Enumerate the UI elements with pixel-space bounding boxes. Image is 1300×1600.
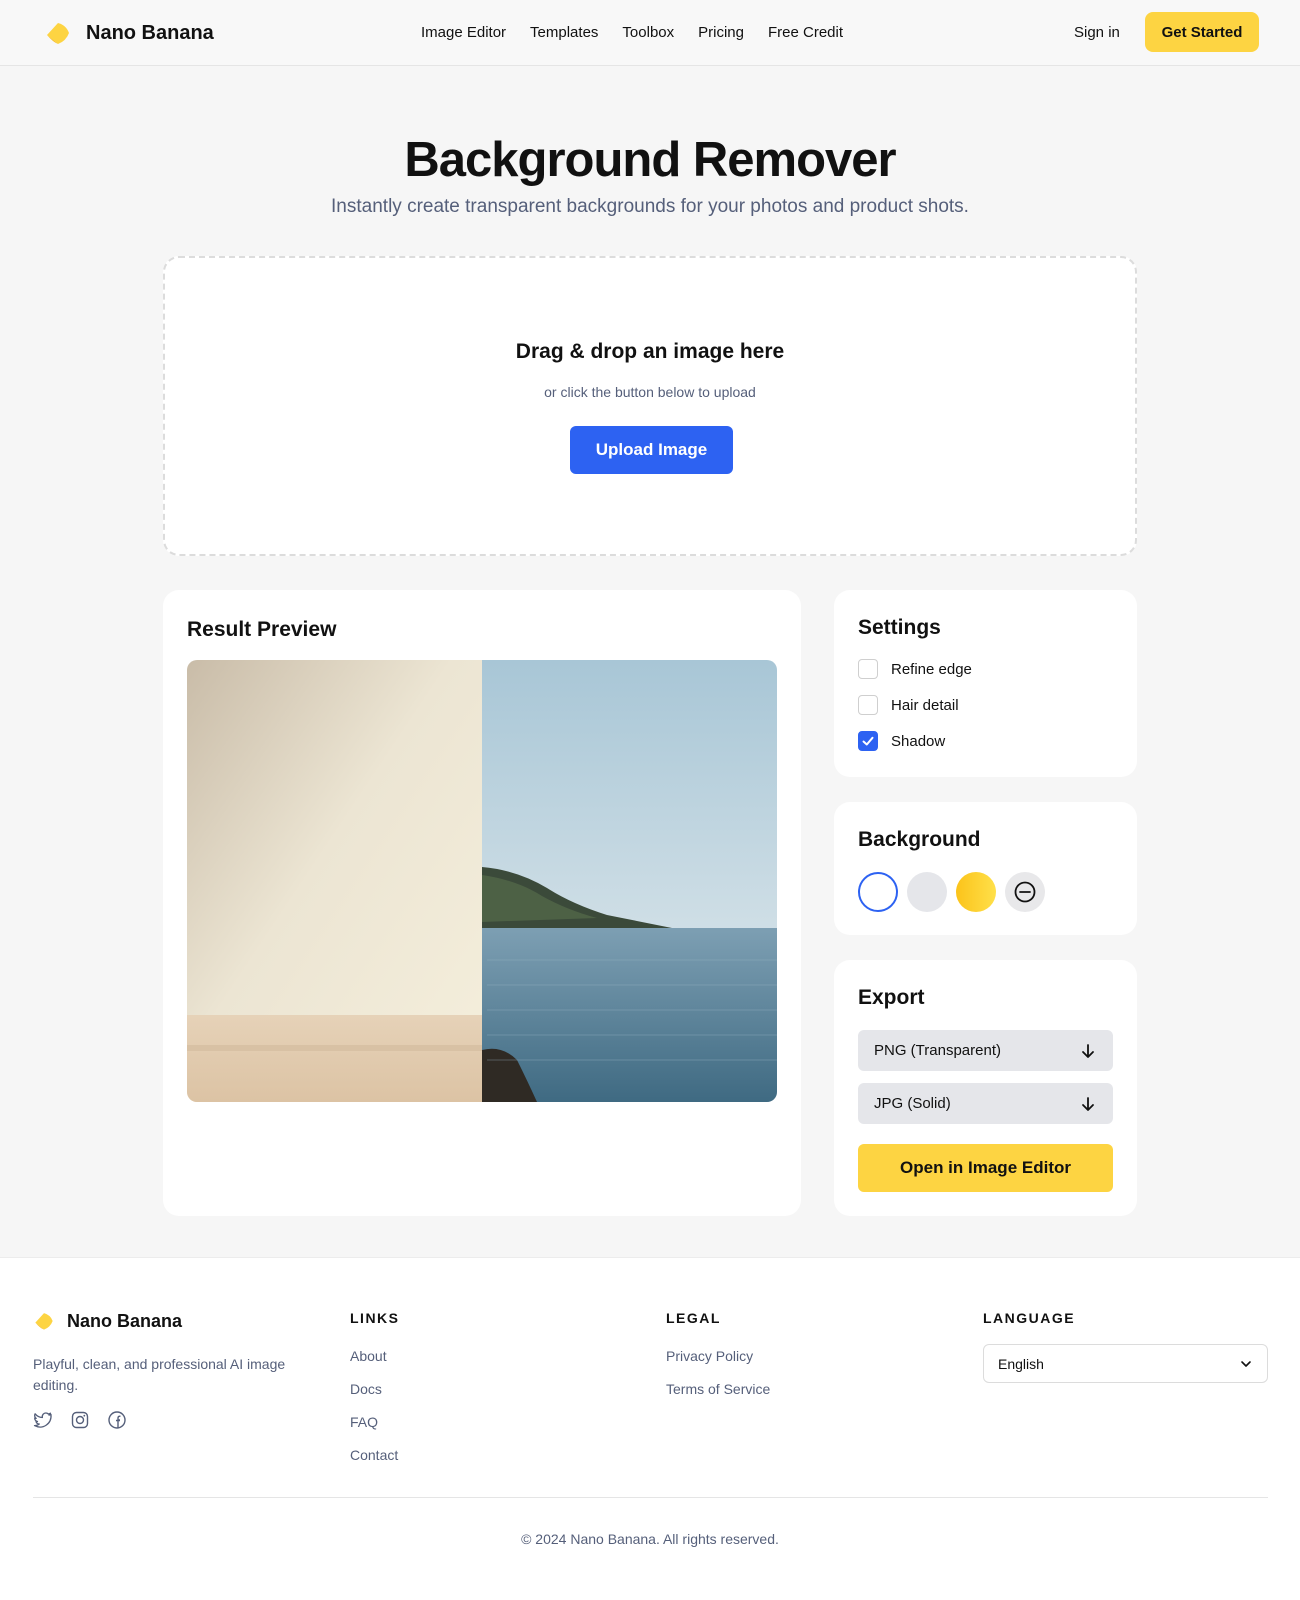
export-jpg-label: JPG (Solid) (874, 1095, 951, 1112)
refine-edge-option[interactable]: Refine edge (858, 659, 972, 679)
footer-link-docs[interactable]: Docs (350, 1381, 400, 1397)
refine-edge-label: Refine edge (891, 660, 972, 678)
open-in-image-editor-button[interactable]: Open in Image Editor (858, 1144, 1113, 1192)
minus-circle-icon (1014, 881, 1036, 903)
footer-link-faq[interactable]: FAQ (350, 1414, 400, 1430)
main-nav: Image Editor Templates Toolbox Pricing F… (421, 24, 843, 41)
get-started-button[interactable]: Get Started (1145, 12, 1259, 52)
export-card: Export PNG (Transparent) JPG (Solid) Ope… (834, 960, 1137, 1216)
facebook-icon[interactable] (107, 1410, 127, 1430)
footer-link-terms[interactable]: Terms of Service (666, 1381, 770, 1397)
social-links (33, 1410, 127, 1430)
footer-links-column: LINKS About Docs FAQ Contact (350, 1310, 400, 1463)
footer-language-heading: LANGUAGE (983, 1310, 1076, 1326)
before-after-image (187, 660, 777, 1102)
nav-image-editor[interactable]: Image Editor (421, 24, 506, 41)
footer-legal-column: LEGAL Privacy Policy Terms of Service (666, 1310, 770, 1397)
dropzone-subtitle: or click the button below to upload (544, 384, 756, 400)
shadow-option[interactable]: Shadow (858, 731, 945, 751)
twitter-icon[interactable] (33, 1410, 53, 1430)
result-preview-card: Result Preview (163, 590, 801, 1216)
footer-link-about[interactable]: About (350, 1348, 400, 1364)
export-jpg-button[interactable]: JPG (Solid) (858, 1083, 1113, 1124)
language-select[interactable]: English (983, 1344, 1268, 1383)
footer-link-contact[interactable]: Contact (350, 1447, 400, 1463)
swatch-none[interactable] (1005, 872, 1045, 912)
settings-card: Settings Refine edge Hair detail Shadow (834, 590, 1137, 777)
background-card: Background (834, 802, 1137, 935)
hair-detail-label: Hair detail (891, 696, 959, 714)
site-header: Nano Banana Image Editor Templates Toolb… (0, 0, 1300, 66)
footer-brand[interactable]: Nano Banana (33, 1310, 182, 1332)
export-png-button[interactable]: PNG (Transparent) (858, 1030, 1113, 1071)
footer-tagline: Playful, clean, and professional AI imag… (33, 1356, 286, 1393)
arrow-down-icon (1082, 1096, 1094, 1111)
hair-detail-checkbox[interactable] (858, 695, 878, 715)
shadow-checkbox[interactable] (858, 731, 878, 751)
upload-image-button[interactable]: Upload Image (570, 426, 733, 474)
banana-logo-icon (47, 23, 69, 44)
swatch-white[interactable] (858, 872, 898, 912)
shadow-label: Shadow (891, 732, 946, 750)
brand-name: Nano Banana (86, 21, 214, 44)
dropzone-title: Drag & drop an image here (515, 340, 785, 363)
settings-title: Settings (858, 616, 941, 639)
page-title: Background Remover (404, 133, 896, 187)
result-preview-image (187, 660, 777, 1102)
footer-legal-heading: LEGAL (666, 1310, 721, 1326)
export-title: Export (858, 986, 925, 1009)
checkmark-icon (862, 736, 874, 746)
nav-templates[interactable]: Templates (530, 24, 598, 41)
footer-links-heading: LINKS (350, 1310, 400, 1326)
footer-language-column: LANGUAGE (983, 1310, 1075, 1326)
sign-in-link[interactable]: Sign in (1074, 24, 1120, 41)
instagram-icon[interactable] (70, 1410, 90, 1430)
brand-logo[interactable]: Nano Banana (44, 19, 214, 47)
copyright-text: © 2024 Nano Banana. All rights reserved. (521, 1531, 779, 1547)
footer-brand-name: Nano Banana (67, 1310, 183, 1331)
result-preview-title: Result Preview (187, 618, 337, 641)
background-title: Background (858, 828, 981, 851)
swatch-yellow[interactable] (956, 872, 996, 912)
footer-divider (33, 1497, 1268, 1498)
language-value: English (998, 1355, 1044, 1372)
page-subtitle: Instantly create transparent backgrounds… (331, 196, 969, 217)
footer-link-privacy[interactable]: Privacy Policy (666, 1348, 770, 1364)
chevron-down-icon (1241, 1360, 1251, 1367)
export-png-label: PNG (Transparent) (874, 1042, 1001, 1059)
nav-pricing[interactable]: Pricing (698, 24, 744, 41)
upload-dropzone[interactable]: Drag & drop an image here or click the b… (163, 256, 1137, 556)
banana-logo-icon (35, 1313, 53, 1330)
site-footer: Nano Banana Playful, clean, and professi… (0, 1257, 1300, 1600)
swatch-gray[interactable] (907, 872, 947, 912)
arrow-down-icon (1082, 1043, 1094, 1058)
hair-detail-option[interactable]: Hair detail (858, 695, 959, 715)
refine-edge-checkbox[interactable] (858, 659, 878, 679)
nav-toolbox[interactable]: Toolbox (622, 24, 674, 41)
nav-free-credit[interactable]: Free Credit (768, 24, 843, 41)
